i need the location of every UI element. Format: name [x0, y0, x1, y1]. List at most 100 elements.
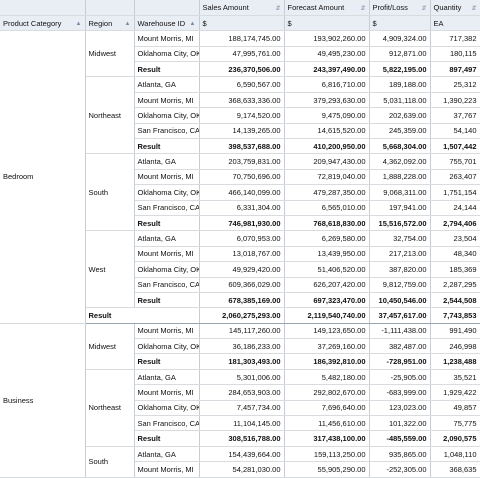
quantity-cell[interactable]: 49,857 [430, 400, 480, 417]
warehouse-cell[interactable]: Atlanta, GA [134, 76, 200, 93]
sales-amount-cell[interactable]: 2,060,275,293.00 [199, 307, 285, 324]
profit-loss-cell[interactable]: 387,820.00 [369, 261, 431, 278]
header-warehouse-id[interactable]: Warehouse ID ▲ [134, 15, 200, 32]
sales-amount-cell[interactable]: 36,186,233.00 [199, 338, 285, 355]
warehouse-cell[interactable]: Atlanta, GA [134, 230, 200, 247]
warehouse-cell[interactable]: Mount Morris, MI [134, 30, 200, 47]
forecast-amount-cell[interactable]: 479,287,350.00 [284, 184, 370, 201]
region-cell[interactable]: Northeast [85, 76, 135, 155]
profit-loss-cell[interactable]: 5,822,195.00 [369, 61, 431, 78]
warehouse-cell[interactable]: San Francisco, CA [134, 277, 200, 293]
warehouse-cell[interactable]: Mount Morris, MI [134, 246, 200, 263]
region-result-label[interactable]: Result [134, 215, 200, 232]
profit-loss-cell[interactable]: 1,888,228.00 [369, 169, 431, 186]
forecast-amount-cell[interactable]: 186,392,810.00 [284, 353, 370, 370]
sort-ascending-icon[interactable]: ▲ [76, 21, 82, 27]
sales-amount-cell[interactable]: 6,590,567.00 [199, 76, 285, 93]
quantity-cell[interactable]: 24,144 [430, 200, 480, 216]
region-cell[interactable]: South [85, 153, 135, 232]
profit-loss-cell[interactable]: 245,359.00 [369, 123, 431, 140]
warehouse-cell[interactable]: Oklahoma City, OK [134, 184, 200, 201]
forecast-amount-cell[interactable]: 5,482,180.00 [284, 369, 370, 386]
profit-loss-cell[interactable]: 123,023.00 [369, 400, 431, 417]
sales-amount-cell[interactable]: 203,759,831.00 [199, 153, 285, 170]
forecast-amount-cell[interactable]: 6,816,710.00 [284, 76, 370, 93]
profit-loss-cell[interactable]: -485,559.00 [369, 430, 431, 447]
sales-amount-cell[interactable]: 188,174,745.00 [199, 30, 285, 47]
profit-loss-cell[interactable]: 189,188.00 [369, 76, 431, 93]
quantity-cell[interactable]: 1,390,223 [430, 92, 480, 109]
sales-amount-cell[interactable]: 7,457,734.00 [199, 400, 285, 417]
sales-amount-cell[interactable]: 308,516,788.00 [199, 430, 285, 447]
profit-loss-cell[interactable]: 32,754.00 [369, 230, 431, 247]
header-product-category[interactable]: Product Category ▲ [0, 15, 86, 32]
profit-loss-cell[interactable]: -1,111,438.00 [369, 323, 431, 340]
quantity-cell[interactable]: 1,751,154 [430, 184, 480, 201]
quantity-cell[interactable]: 2,794,406 [430, 215, 480, 232]
profit-loss-cell[interactable]: 197,941.00 [369, 200, 431, 216]
warehouse-cell[interactable]: Atlanta, GA [134, 153, 200, 170]
sales-amount-cell[interactable]: 746,981,930.00 [199, 215, 285, 232]
forecast-amount-cell[interactable]: 149,123,650.00 [284, 323, 370, 340]
warehouse-cell[interactable]: San Francisco, CA [134, 200, 200, 216]
category-cell[interactable]: Bedroom [0, 30, 86, 324]
profit-loss-cell[interactable]: 37,457,617.00 [369, 307, 431, 324]
quantity-cell[interactable]: 54,140 [430, 123, 480, 140]
warehouse-cell[interactable]: Atlanta, GA [134, 446, 200, 463]
sales-amount-cell[interactable]: 368,633,336.00 [199, 92, 285, 109]
warehouse-cell[interactable]: Mount Morris, MI [134, 323, 200, 340]
region-cell[interactable]: West [85, 230, 135, 309]
quantity-cell[interactable]: 185,369 [430, 261, 480, 278]
forecast-amount-cell[interactable]: 317,438,100.00 [284, 430, 370, 447]
quantity-cell[interactable]: 897,497 [430, 61, 480, 78]
sales-amount-cell[interactable]: 6,331,304.00 [199, 200, 285, 216]
profit-loss-cell[interactable]: 5,668,304.00 [369, 138, 431, 155]
region-result-label[interactable]: Result [134, 138, 200, 155]
sales-amount-cell[interactable]: 284,653,903.00 [199, 384, 285, 401]
warehouse-cell[interactable]: Mount Morris, MI [134, 169, 200, 186]
forecast-amount-cell[interactable]: 697,323,470.00 [284, 292, 370, 309]
warehouse-cell[interactable]: Mount Morris, MI [134, 92, 200, 109]
warehouse-cell[interactable]: Oklahoma City, OK [134, 338, 200, 355]
quantity-cell[interactable]: 2,090,575 [430, 430, 480, 447]
profit-loss-cell[interactable]: -25,905.00 [369, 369, 431, 386]
profit-loss-cell[interactable]: 15,516,572.00 [369, 215, 431, 232]
quantity-cell[interactable]: 48,340 [430, 246, 480, 263]
quantity-cell[interactable]: 1,238,488 [430, 353, 480, 370]
profit-loss-cell[interactable]: -252,305.00 [369, 461, 431, 478]
sales-amount-cell[interactable]: 678,385,169.00 [199, 292, 285, 309]
quantity-cell[interactable]: 1,929,422 [430, 384, 480, 401]
forecast-amount-cell[interactable]: 11,456,610.00 [284, 415, 370, 432]
sort-toggle-icon[interactable]: ⇵ [360, 5, 365, 12]
region-cell[interactable]: Midwest [85, 323, 135, 370]
profit-loss-cell[interactable]: -683,999.00 [369, 384, 431, 401]
quantity-cell[interactable]: 368,635 [430, 461, 480, 478]
sort-ascending-icon[interactable]: ▲ [190, 21, 196, 27]
sort-toggle-icon[interactable]: ⇵ [421, 5, 426, 12]
header-forecast-amount[interactable]: Forecast Amount ⇵ [284, 0, 370, 16]
sort-toggle-icon[interactable]: ⇵ [471, 5, 476, 12]
profit-loss-cell[interactable]: 10,450,546.00 [369, 292, 431, 309]
quantity-cell[interactable]: 1,507,442 [430, 138, 480, 155]
forecast-amount-cell[interactable]: 209,947,430.00 [284, 153, 370, 170]
profit-loss-cell[interactable]: 217,213.00 [369, 246, 431, 263]
sales-amount-cell[interactable]: 13,018,767.00 [199, 246, 285, 263]
category-result-label[interactable]: Result [85, 307, 200, 324]
sales-amount-cell[interactable]: 9,174,520.00 [199, 107, 285, 124]
forecast-amount-cell[interactable]: 9,475,090.00 [284, 107, 370, 124]
forecast-amount-cell[interactable]: 14,615,520.00 [284, 123, 370, 140]
quantity-cell[interactable]: 23,504 [430, 230, 480, 247]
quantity-cell[interactable]: 2,287,295 [430, 277, 480, 293]
quantity-cell[interactable]: 755,701 [430, 153, 480, 170]
region-result-label[interactable]: Result [134, 353, 200, 370]
warehouse-cell[interactable]: Oklahoma City, OK [134, 261, 200, 278]
header-sales-amount[interactable]: Sales Amount ⇵ [199, 0, 285, 16]
sales-amount-cell[interactable]: 49,929,420.00 [199, 261, 285, 278]
sales-amount-cell[interactable]: 54,281,030.00 [199, 461, 285, 478]
header-region[interactable]: Region ▲ [85, 15, 135, 32]
profit-loss-cell[interactable]: 9,068,311.00 [369, 184, 431, 201]
forecast-amount-cell[interactable]: 193,902,260.00 [284, 30, 370, 47]
sales-amount-cell[interactable]: 466,140,099.00 [199, 184, 285, 201]
quantity-cell[interactable]: 717,382 [430, 30, 480, 47]
region-cell[interactable]: Midwest [85, 30, 135, 78]
